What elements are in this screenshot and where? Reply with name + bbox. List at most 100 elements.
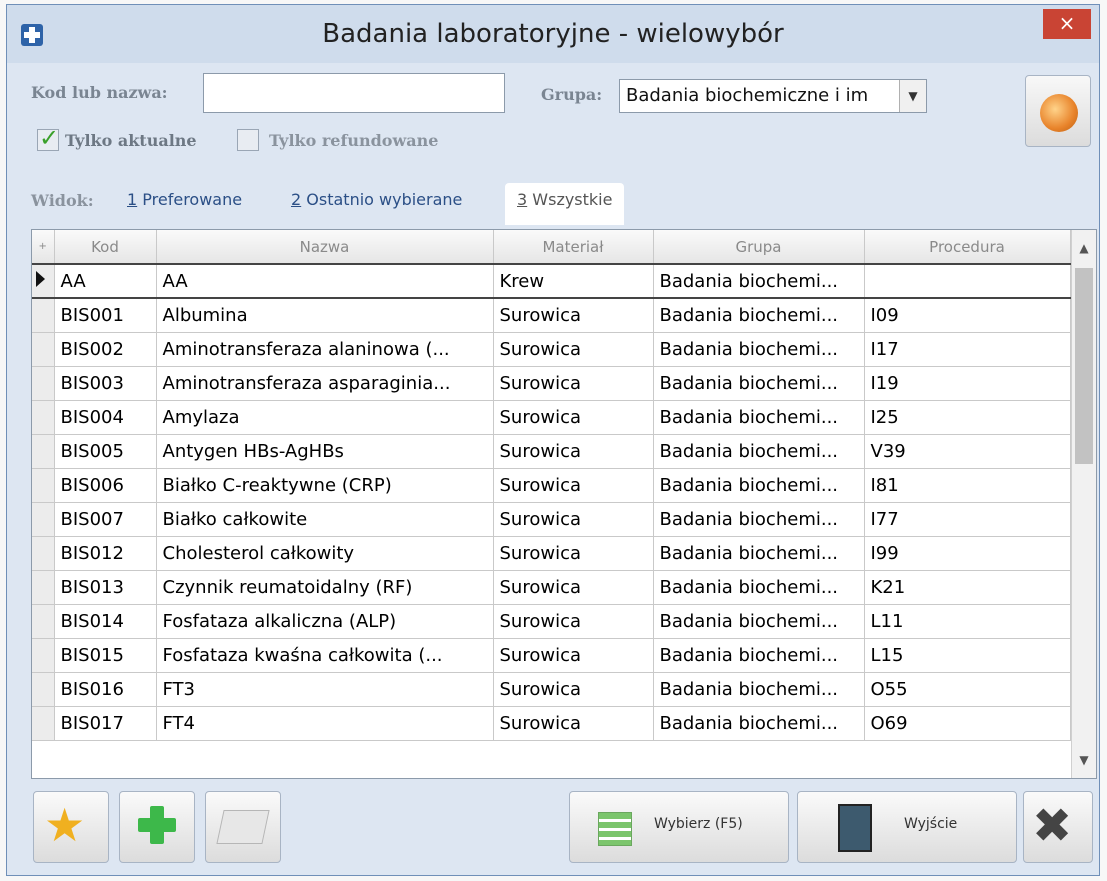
cell-kod: BIS012: [54, 536, 157, 571]
cell-grupa: Badania biochemi...: [653, 706, 865, 741]
close-button[interactable]: ×: [1043, 9, 1091, 39]
door-exit-icon: [838, 804, 872, 852]
table-row[interactable]: BIS014 Fosfataza alkaliczna (ALP) Surowica…: [32, 604, 1071, 639]
code-label: Kod lub nazwa:: [31, 83, 168, 102]
tab-recent-key: 2: [291, 190, 302, 209]
col-header-nazwa[interactable]: Nazwa: [156, 230, 494, 265]
table-row[interactable]: AA AA Krew Badania biochemi...: [32, 264, 1071, 299]
table-row[interactable]: BIS002 Aminotransferaza alaninowa (... Sur…: [32, 332, 1071, 367]
table-row[interactable]: BIS013 Czynnik reumatoidalny (RF) Surowica…: [32, 570, 1071, 605]
row-indicator[interactable]: [32, 298, 55, 333]
row-indicator[interactable]: [32, 332, 55, 367]
cell-procedura: I17: [864, 332, 1071, 367]
row-indicator[interactable]: [32, 638, 55, 673]
tab-recent[interactable]: 2 Ostatnio wybierane: [279, 183, 474, 225]
select-all-corner[interactable]: +: [32, 230, 55, 265]
add-button[interactable]: [119, 791, 195, 863]
cell-nazwa: Aminotransferaza asparaginia...: [156, 366, 494, 401]
results-grid[interactable]: + Kod Nazwa Materiał Grupa Procedura AA A…: [31, 229, 1097, 779]
cell-procedura: V39: [864, 434, 1071, 469]
list-select-icon: [598, 812, 632, 846]
table-row[interactable]: BIS016 FT3 Surowica Badania biochemi... O55: [32, 672, 1071, 707]
cell-nazwa: Amylaza: [156, 400, 494, 435]
cell-kod: BIS013: [54, 570, 157, 605]
cell-material: Surowica: [493, 468, 654, 503]
cell-material: Surowica: [493, 366, 654, 401]
window-title: Badania laboratoryjne - wielowybór: [322, 19, 784, 49]
cell-material: Surowica: [493, 706, 654, 741]
scroll-up-icon[interactable]: ▲: [1072, 236, 1096, 260]
row-indicator[interactable]: [32, 434, 55, 469]
table-row[interactable]: BIS001 Albumina Surowica Badania biochemi..…: [32, 298, 1071, 333]
vertical-scrollbar[interactable]: ▲ ▼: [1071, 230, 1096, 778]
group-select[interactable]: Badania biochemiczne i im ▼: [619, 79, 927, 113]
cell-kod: BIS001: [54, 298, 157, 333]
cell-material: Surowica: [493, 604, 654, 639]
table-row[interactable]: BIS006 Białko C-reaktywne (CRP) Surowica Ba…: [32, 468, 1071, 503]
row-indicator[interactable]: [32, 400, 55, 435]
cell-nazwa: Aminotransferaza alaninowa (...: [156, 332, 494, 367]
cell-nazwa: Fosfataza kwaśna całkowita (...: [156, 638, 494, 673]
col-header-procedura[interactable]: Procedura: [864, 230, 1071, 265]
dialog-window: Badania laboratoryjne - wielowybór × Kod…: [6, 4, 1100, 876]
row-indicator[interactable]: [32, 264, 55, 299]
cell-procedura: I77: [864, 502, 1071, 537]
only-current-checkbox[interactable]: [37, 124, 59, 152]
row-indicator[interactable]: [32, 672, 55, 707]
favorite-button[interactable]: ★: [33, 791, 109, 863]
view-label: Widok:: [31, 191, 94, 210]
tab-preferred[interactable]: 1 Preferowane: [115, 183, 254, 225]
table-row[interactable]: BIS012 Cholesterol całkowity Surowica Badan…: [32, 536, 1071, 571]
select-button[interactable]: Wybierz (F5): [569, 791, 789, 863]
scroll-thumb[interactable]: [1075, 268, 1093, 464]
code-search-input[interactable]: [203, 73, 505, 113]
cell-nazwa: AA: [156, 264, 494, 299]
only-current-label: Tylko aktualne: [65, 131, 197, 150]
refresh-button[interactable]: [1025, 75, 1091, 147]
header-row: + Kod Nazwa Materiał Grupa Procedura: [32, 230, 1071, 265]
edit-button[interactable]: [205, 791, 281, 863]
cell-nazwa: Czynnik reumatoidalny (RF): [156, 570, 494, 605]
cell-procedura: I81: [864, 468, 1071, 503]
cell-material: Surowica: [493, 298, 654, 333]
tab-all[interactable]: 3 Wszystkie: [505, 183, 625, 225]
title-bar[interactable]: Badania laboratoryjne - wielowybór ×: [7, 5, 1099, 63]
table-row[interactable]: BIS007 Białko całkowite Surowica Badania bi…: [32, 502, 1071, 537]
cell-kod: BIS005: [54, 434, 157, 469]
cell-nazwa: Białko całkowite: [156, 502, 494, 537]
cell-nazwa: Albumina: [156, 298, 494, 333]
col-header-grupa[interactable]: Grupa: [653, 230, 865, 265]
row-indicator[interactable]: [32, 706, 55, 741]
table-row[interactable]: BIS005 Antygen HBs-AgHBs Surowica Badania b…: [32, 434, 1071, 469]
row-indicator[interactable]: [32, 604, 55, 639]
table-row[interactable]: BIS004 Amylaza Surowica Badania biochemi...…: [32, 400, 1071, 435]
table-row[interactable]: BIS003 Aminotransferaza asparaginia... Sur…: [32, 366, 1071, 401]
cell-kod: BIS007: [54, 502, 157, 537]
row-indicator[interactable]: [32, 570, 55, 605]
only-refunded-checkbox[interactable]: [237, 129, 259, 151]
cell-procedura: O69: [864, 706, 1071, 741]
table-row[interactable]: BIS017 FT4 Surowica Badania biochemi... O69: [32, 706, 1071, 741]
cell-grupa: Badania biochemi...: [653, 536, 865, 571]
cell-procedura: I19: [864, 366, 1071, 401]
chevron-down-icon[interactable]: ▼: [899, 80, 926, 112]
group-select-value: Badania biochemiczne i im: [626, 85, 869, 106]
cell-material: Surowica: [493, 332, 654, 367]
settings-button[interactable]: ✖: [1023, 791, 1093, 863]
row-indicator[interactable]: [32, 536, 55, 571]
exit-button-label: Wyjście: [904, 816, 958, 832]
scroll-down-icon[interactable]: ▼: [1072, 748, 1096, 772]
row-indicator[interactable]: [32, 502, 55, 537]
col-header-material[interactable]: Materiał: [493, 230, 654, 265]
row-indicator[interactable]: [32, 366, 55, 401]
exit-button[interactable]: Wyjście: [797, 791, 1017, 863]
star-icon: ★: [44, 798, 86, 852]
cell-procedura: I99: [864, 536, 1071, 571]
cell-nazwa: FT3: [156, 672, 494, 707]
row-indicator[interactable]: [32, 468, 55, 503]
col-header-kod[interactable]: Kod: [54, 230, 157, 265]
table-row[interactable]: BIS015 Fosfataza kwaśna całkowita (... Sur…: [32, 638, 1071, 673]
cell-nazwa: Fosfataza alkaliczna (ALP): [156, 604, 494, 639]
cell-procedura: K21: [864, 570, 1071, 605]
cell-kod: BIS006: [54, 468, 157, 503]
